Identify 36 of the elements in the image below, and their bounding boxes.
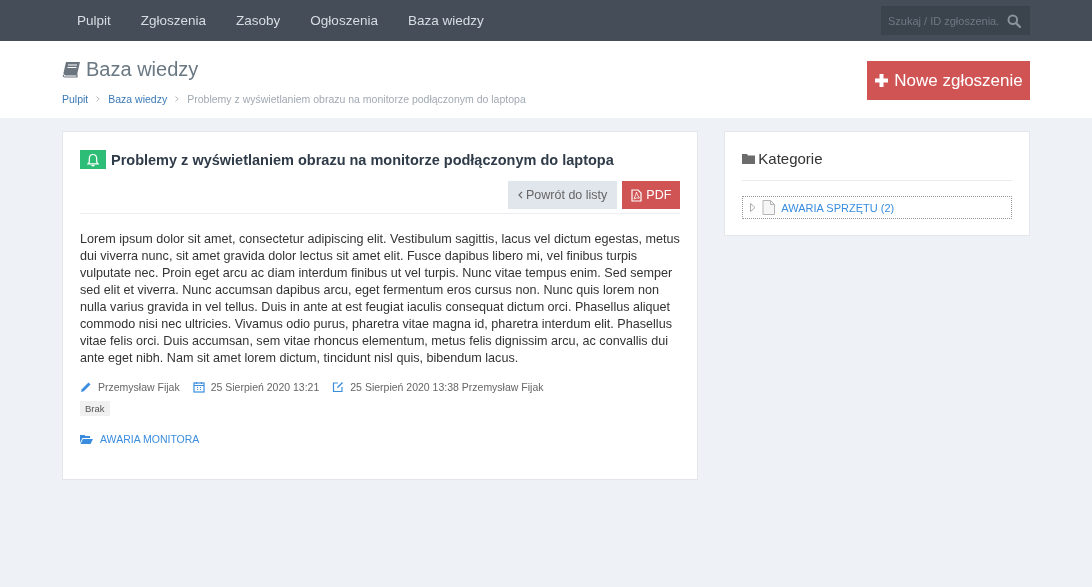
edit-icon xyxy=(332,381,345,393)
pdf-button[interactable]: PDF xyxy=(622,181,681,209)
bell-icon xyxy=(80,150,106,169)
chevron-left-icon xyxy=(518,191,524,199)
article-text: Lorem ipsum dolor sit amet, consectetur adipiscing elit. Vestibulum sagittis, lacus vel dictum egestas, metus dui viverra nunc, sit amet gravida dolor lectus sit amet elit. Fusce dapibus libero mi, vel finibus turpis vulputate nec. Proin eget arcu ac diam interdum finibus ut vel turpis. Nunc vitae tempus enim. Sed semper sed elit et viverra. Nunc accumsan dapibus arcu, eget fermentum eros cursus non. Nunc quis lorem non nulla varius gravida in vel tellus. Duis in ante at est feugiat iaculis consequat dictum orci. Phasellus aliquet commodo nisi nec ultricies. Vivamus odio purus, pharetra vitae magna id, pharetra interdum elit. Phasellus vitae felis orci. Duis accumsan, sem vitae rhoncus elementum, metus felis dignissim arcu, ac convallis dui ante eget nibh. Nam sit amet lorem dictum, tincidunt nisl quis, bibendum lacus. xyxy=(80,231,681,367)
category-link[interactable]: AWARIA MONITORA xyxy=(100,433,200,445)
tree-item[interactable]: AWARIA SPRZĘTU (2) xyxy=(742,196,1012,219)
new-ticket-button[interactable]: Nowe zgłoszenie xyxy=(867,61,1030,100)
breadcrumb-link[interactable]: Baza wiedzy xyxy=(108,93,168,105)
nav-link[interactable]: Pulpit xyxy=(62,13,126,28)
search-icon[interactable] xyxy=(1007,14,1021,28)
chevron-right-icon xyxy=(96,96,101,102)
back-to-list-button[interactable]: Powrót do listy xyxy=(508,181,618,209)
breadcrumb-link[interactable]: Pulpit xyxy=(62,93,89,105)
folder-icon xyxy=(742,153,756,164)
author-name: Przemysław Fijak xyxy=(98,381,180,393)
modified-date: 25 Sierpień 2020 13:38 Przemysław Fijak xyxy=(350,381,544,393)
nav-link[interactable]: Ogłoszenia xyxy=(295,13,393,28)
folder-icon xyxy=(80,434,93,444)
nav-link[interactable]: Baza wiedzy xyxy=(392,13,499,28)
pdf-file-icon xyxy=(631,188,643,202)
tag-label: Brak xyxy=(80,401,110,416)
page-title: Baza wiedzy xyxy=(86,58,199,81)
document-icon xyxy=(762,200,776,215)
nav-link[interactable]: Zgłoszenia xyxy=(125,13,222,28)
sidebar-title: Kategorie xyxy=(758,150,823,167)
pencil-icon xyxy=(80,381,92,393)
chevron-right-icon xyxy=(175,96,180,102)
expand-arrow-icon[interactable] xyxy=(749,203,757,212)
plus-icon xyxy=(874,73,890,88)
book-icon xyxy=(62,61,81,78)
created-date: 25 Sierpień 2020 13:21 xyxy=(210,381,320,393)
breadcrumb-current: Problemy z wyświetlaniem obrazu na monitorze podłączonym do laptopa xyxy=(187,93,526,105)
nav-link[interactable]: Zasoby xyxy=(221,13,296,28)
article-title: Problemy z wyświetlaniem obrazu na monitorze podłączonym do laptopa xyxy=(111,151,614,168)
calendar-icon xyxy=(192,381,205,393)
